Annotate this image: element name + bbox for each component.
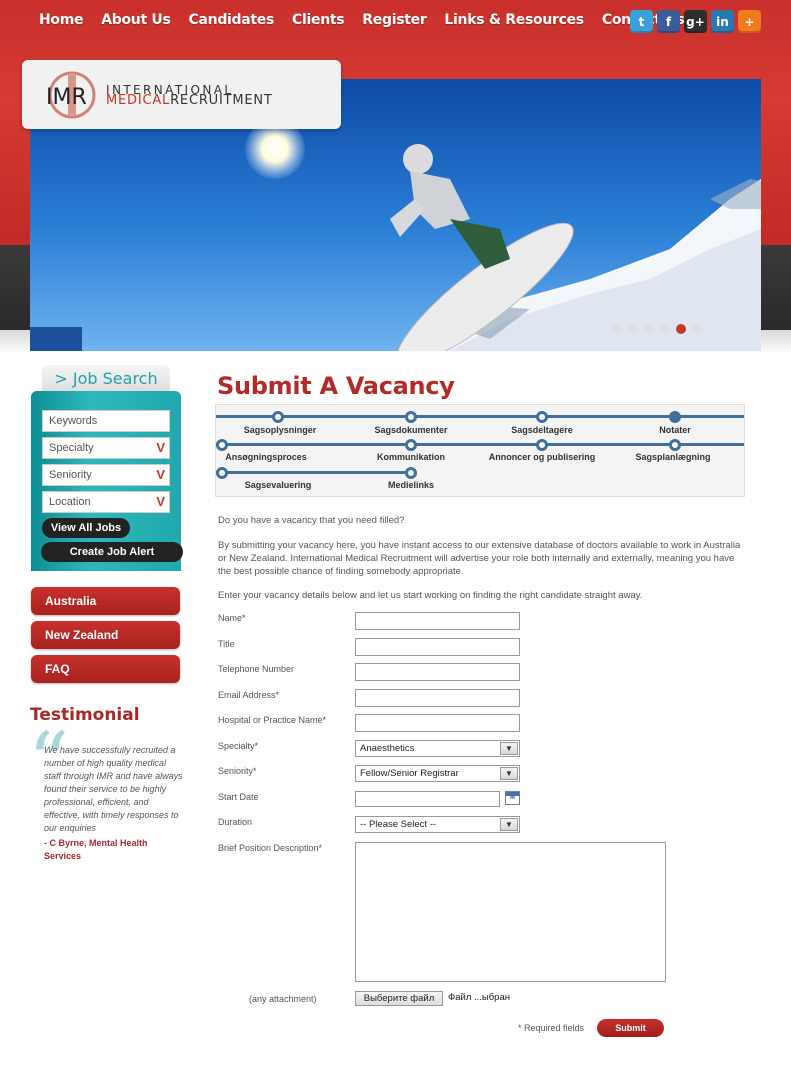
nav-about-us[interactable]: About Us [101,12,171,28]
start-date-label: Start Date [218,792,259,802]
specialty-dropdown[interactable]: Anaesthetics ▼ [355,740,520,757]
email-label: Email Address* [218,690,280,700]
hospital-field[interactable] [355,714,520,732]
job-search-tab[interactable]: > Job Search [42,365,170,393]
step-node[interactable] [405,411,417,423]
step-label[interactable]: Notater [659,425,691,435]
steps-line [216,415,744,418]
specialty-label: Specialty* [218,741,259,751]
name-field[interactable] [355,612,520,630]
process-steps: Sagsoplysninger Sagsdokumenter Sagsdelta… [215,404,745,497]
title-label: Title [218,639,235,649]
telephone-field[interactable] [355,663,520,681]
required-fields-note: * Required fields [518,1023,585,1033]
create-job-alert-button[interactable]: Create Job Alert [41,542,183,562]
slider-dot[interactable] [676,324,686,334]
nav-home[interactable]: Home [39,12,84,28]
sidebar-link-faq[interactable]: FAQ [31,655,180,683]
slider-dots [612,324,702,334]
step-label[interactable]: Sagsdeltagere [511,425,573,435]
page-title: Submit A Vacancy [217,372,455,400]
chevron-down-icon: ▼ [500,742,518,755]
chevron-down-icon: V [156,440,165,455]
social-links: t f g+ in + [630,10,761,33]
nav-candidates[interactable]: Candidates [189,12,275,28]
nav-register[interactable]: Register [362,12,426,28]
svg-text:IMR: IMR [46,85,87,110]
slider-dot[interactable] [628,324,638,334]
intro-paragraph: By submitting your vacancy here, you hav… [218,540,741,577]
step-node[interactable] [536,439,548,451]
sidebar-link-australia[interactable]: Australia [31,587,180,615]
duration-label: Duration [218,817,253,827]
name-label: Name* [218,613,246,623]
title-field[interactable] [355,638,520,656]
intro-question: Do you have a vacancy that you need fill… [218,515,405,526]
keywords-input[interactable]: Keywords [42,410,170,432]
site-logo[interactable]: IMR INTERNATIONAL MEDICALRECRUITMENT [22,60,341,129]
slider-dot[interactable] [644,324,654,334]
testimonial-text: We have successfully recruited a number … [44,745,183,833]
email-field[interactable] [355,689,520,707]
sidebar-link-new-zealand[interactable]: New Zealand [31,621,180,649]
seniority-label: Seniority* [218,766,257,776]
step-node[interactable] [272,411,284,423]
imr-logo-mark: IMR [46,71,96,119]
nav-clients[interactable]: Clients [292,12,345,28]
step-label[interactable]: Kommunikation [377,452,445,462]
share-plus-icon[interactable]: + [738,10,761,33]
intro-instruction: Enter your vacancy details below and let… [218,590,643,601]
step-label[interactable]: Annoncer og publisering [489,452,596,462]
steps-line [216,443,744,446]
file-status-text: Файл ...ыбран [448,992,510,1003]
chevron-down-icon: V [156,467,165,482]
view-all-jobs-button[interactable]: View All Jobs [42,518,130,538]
step-node[interactable] [405,467,417,479]
step-label[interactable]: Medielinks [388,480,434,490]
seniority-select[interactable]: Seniority V [42,464,170,486]
step-label[interactable]: Sagsdokumenter [374,425,447,435]
google-plus-icon[interactable]: g+ [684,10,707,33]
duration-dropdown[interactable]: -- Please Select -- ▼ [355,816,520,833]
slider-dot[interactable] [692,324,702,334]
logo-line-2: MEDICALRECRUITMENT [106,93,273,108]
submit-button[interactable]: Submit [597,1019,664,1037]
location-select[interactable]: Location V [42,491,170,513]
slider-dot[interactable] [660,324,670,334]
calendar-icon[interactable]: ▦ [505,791,520,805]
step-label[interactable]: Sagsplanlægning [635,452,710,462]
step-node[interactable] [216,467,228,479]
nav-links-resources[interactable]: Links & Resources [444,12,584,28]
main-nav: Home About Us Candidates Clients Registe… [30,12,693,28]
chevron-down-icon: V [156,494,165,509]
step-node[interactable] [669,411,681,423]
slider-dot[interactable] [612,324,622,334]
specialty-select[interactable]: Specialty V [42,437,170,459]
step-node[interactable] [405,439,417,451]
step-node[interactable] [536,411,548,423]
chevron-down-icon: ▼ [500,818,518,831]
step-label[interactable]: Sagsevaluering [245,480,312,490]
linkedin-icon[interactable]: in [711,10,734,33]
description-textarea[interactable] [355,842,666,982]
step-label[interactable]: Ansøgningsproces [225,452,307,462]
attachment-label: (any attachment) [249,994,317,1004]
seniority-dropdown[interactable]: Fellow/Senior Registrar ▼ [355,765,520,782]
chevron-down-icon: ▼ [500,767,518,780]
step-node[interactable] [216,439,228,451]
choose-file-button[interactable]: Выберите файл [355,991,443,1006]
step-label[interactable]: Sagsoplysninger [244,425,317,435]
description-label: Brief Position Description* [218,843,323,853]
testimonial-author: - C Byrne, Mental Health Services [44,838,148,861]
start-date-field[interactable] [355,791,500,807]
steps-line [216,471,416,474]
facebook-icon[interactable]: f [657,10,680,33]
telephone-label: Telephone Number [218,664,295,674]
step-node[interactable] [669,439,681,451]
twitter-icon[interactable]: t [630,10,653,33]
hospital-label: Hospital or Practice Name* [218,715,327,725]
